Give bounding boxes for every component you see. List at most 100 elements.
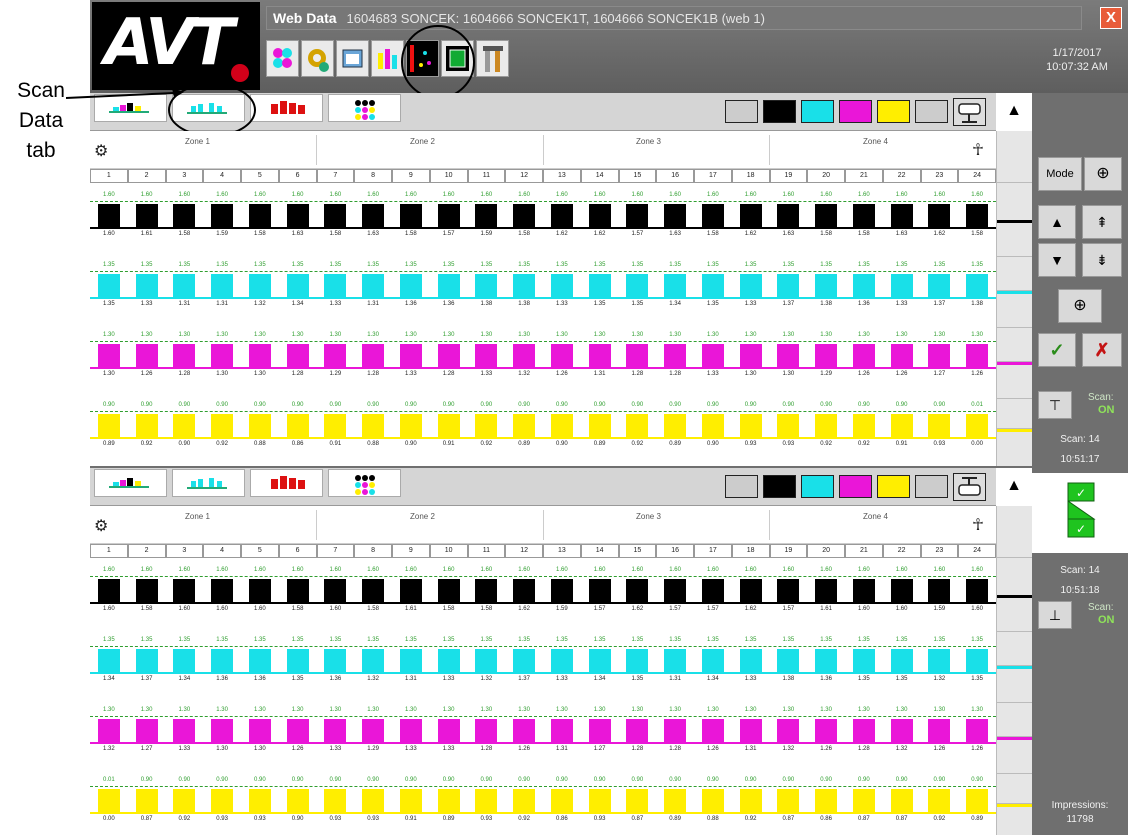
settings-gears-icon[interactable] [301,40,334,77]
density-patch[interactable] [362,719,385,743]
density-patch[interactable] [890,649,913,673]
density-patch[interactable] [664,579,687,603]
density-patch[interactable] [626,204,649,228]
density-patch[interactable] [97,204,120,228]
density-patch[interactable] [815,649,838,673]
density-patch[interactable] [928,579,951,603]
density-patch[interactable] [550,204,573,228]
density-patch[interactable] [97,649,120,673]
density-patch[interactable] [324,414,347,438]
density-patch[interactable] [852,649,875,673]
density-patch[interactable] [135,579,158,603]
density-patch[interactable] [362,414,385,438]
density-patch[interactable] [928,204,951,228]
density-patch[interactable] [211,204,234,228]
tools-icon[interactable] [476,40,509,77]
density-patch[interactable] [701,274,724,298]
density-patch[interactable] [626,789,649,813]
density-patch[interactable] [966,344,989,368]
density-patch[interactable] [286,649,309,673]
density-patch[interactable] [739,789,762,813]
density-patch[interactable] [135,344,158,368]
density-patch[interactable] [286,274,309,298]
density-patch[interactable] [248,414,271,438]
density-patch[interactable] [588,344,611,368]
density-patch[interactable] [362,274,385,298]
move-down-fast-icon[interactable]: ⇟ [1082,243,1122,277]
vertical-color-scale[interactable] [996,506,1033,835]
density-patch[interactable] [701,204,724,228]
operator-icon[interactable]: ☥ [972,140,984,160]
density-patch[interactable] [173,579,196,603]
density-patch[interactable] [550,414,573,438]
density-patch[interactable] [626,719,649,743]
density-patch[interactable] [739,414,762,438]
vertical-color-scale[interactable] [996,131,1033,466]
density-patch[interactable] [399,274,422,298]
density-patch[interactable] [362,344,385,368]
density-patch[interactable] [437,204,460,228]
density-patch[interactable] [928,789,951,813]
density-patch[interactable] [399,344,422,368]
density-patch[interactable] [966,789,989,813]
density-patch[interactable] [777,344,800,368]
scanner-head-top-icon[interactable] [953,98,986,126]
density-patch[interactable] [550,579,573,603]
density-patch[interactable] [437,719,460,743]
density-patch[interactable] [588,414,611,438]
density-patch[interactable] [475,274,498,298]
density-patch[interactable] [890,579,913,603]
density-patch[interactable] [97,579,120,603]
density-patch[interactable] [966,719,989,743]
density-patch[interactable] [664,344,687,368]
density-patch[interactable] [777,789,800,813]
density-patch[interactable] [248,649,271,673]
density-patch[interactable] [966,579,989,603]
density-patch[interactable] [890,414,913,438]
density-patch[interactable] [173,414,196,438]
density-patch[interactable] [852,274,875,298]
density-patch[interactable] [97,719,120,743]
density-patch[interactable] [475,789,498,813]
density-patch[interactable] [475,344,498,368]
window-icon[interactable] [336,40,369,77]
density-patch[interactable] [286,414,309,438]
density-patch[interactable] [550,274,573,298]
density-patch[interactable] [437,274,460,298]
density-patch[interactable] [815,579,838,603]
density-patch[interactable] [815,344,838,368]
density-patch[interactable] [324,789,347,813]
density-patch[interactable] [701,344,724,368]
density-patch[interactable] [286,789,309,813]
density-patch[interactable] [588,579,611,603]
swatch-magenta[interactable] [839,100,872,123]
density-patch[interactable] [248,344,271,368]
move-up-fast-icon[interactable]: ⇞ [1082,205,1122,239]
density-patch[interactable] [701,579,724,603]
swatch-cyan[interactable] [801,100,834,123]
density-patch[interactable] [437,344,460,368]
scroll-up-arrow-icon[interactable]: ▲ [996,468,1032,506]
density-patch[interactable] [777,579,800,603]
gear-icon[interactable]: ⚙ [94,516,108,536]
density-patch[interactable] [815,719,838,743]
density-patch[interactable] [399,719,422,743]
density-patch[interactable] [815,204,838,228]
density-patch[interactable] [173,274,196,298]
density-patch[interactable] [588,204,611,228]
density-patch[interactable] [211,579,234,603]
density-patch[interactable] [211,344,234,368]
density-patch[interactable] [475,414,498,438]
density-patch[interactable] [890,274,913,298]
density-patch[interactable] [701,719,724,743]
density-patch[interactable] [626,579,649,603]
density-patch[interactable] [324,579,347,603]
density-patch[interactable] [97,789,120,813]
density-patch[interactable] [475,579,498,603]
swatch-yellow[interactable] [877,475,910,498]
density-patch[interactable] [852,579,875,603]
density-patch[interactable] [135,414,158,438]
density-patch[interactable] [475,719,498,743]
density-patch[interactable] [97,344,120,368]
density-patch[interactable] [664,719,687,743]
